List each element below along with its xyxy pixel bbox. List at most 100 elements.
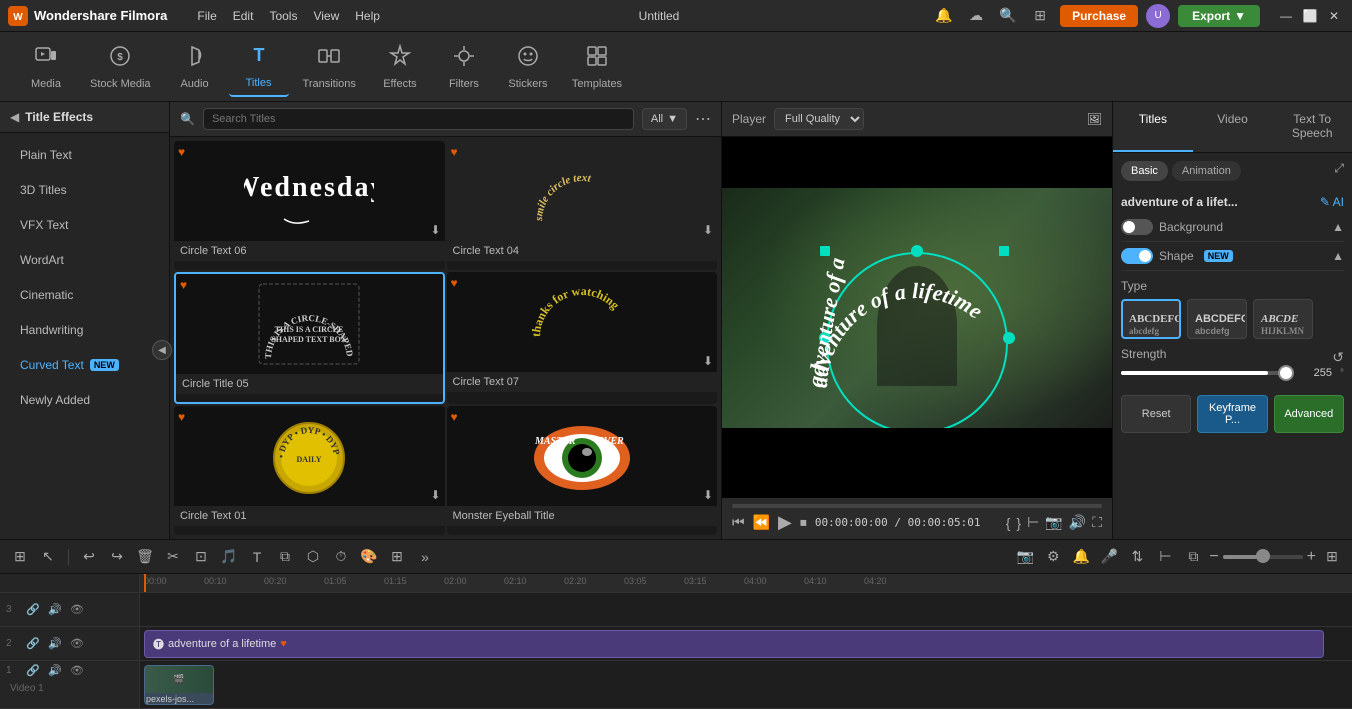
track2-link-button[interactable]: 🔗	[24, 635, 42, 653]
undo-button[interactable]: ↩	[77, 545, 101, 569]
background-arrow-icon[interactable]: ▲	[1332, 220, 1344, 234]
progress-bar[interactable]	[732, 504, 1102, 508]
preview-icon[interactable]: 🖼	[1087, 112, 1102, 126]
reset-button[interactable]: Reset	[1121, 395, 1191, 433]
track2-visible-button[interactable]: 👁	[68, 635, 86, 653]
download-icon[interactable]: ⬇	[430, 223, 440, 237]
expand-icon[interactable]: ⤢	[1334, 161, 1344, 181]
background-toggle[interactable]	[1121, 219, 1153, 235]
text-button[interactable]: T	[245, 545, 269, 569]
menu-file[interactable]: File	[191, 5, 222, 27]
left-panel-collapse-arrow[interactable]: ◀	[152, 340, 172, 360]
tl-icon4[interactable]: 🎤	[1097, 545, 1121, 569]
notification-icon[interactable]: 🔔	[932, 4, 956, 28]
thumb-circle-text-01[interactable]: • DYP • DYP • DYP • DAILY ♥ ⬇ Circle Tex…	[174, 406, 445, 535]
zoom-track[interactable]	[1223, 555, 1303, 559]
thumb-circle-text-04[interactable]: smile circle text ♥ ⬇ Circle Text 04	[447, 141, 718, 270]
tool-effects[interactable]: Effects	[370, 38, 430, 96]
skip-back-button[interactable]: ⏮	[732, 514, 745, 531]
tl-icon5[interactable]: ⇅	[1125, 545, 1149, 569]
menu-view[interactable]: View	[307, 5, 345, 27]
sidebar-item-vfx-text[interactable]: VFX Text	[4, 208, 165, 242]
tab-video[interactable]: Video	[1193, 102, 1273, 152]
transform-button[interactable]: ⬡	[301, 545, 325, 569]
tab-titles[interactable]: Titles	[1113, 102, 1193, 152]
download-icon[interactable]: ⬇	[703, 354, 713, 368]
track-options-button[interactable]: ⊞	[8, 545, 32, 569]
copy-button[interactable]: ⧉	[273, 545, 297, 569]
split-button[interactable]: ⊢	[1027, 514, 1039, 531]
sub-tab-basic[interactable]: Basic	[1121, 161, 1168, 181]
track2-mute-button[interactable]: 🔊	[46, 635, 64, 653]
more-options-button[interactable]: ⋯	[695, 109, 711, 129]
collapse-button[interactable]: ◀	[10, 110, 19, 124]
title-clip[interactable]: 🅣 adventure of a lifetime ♥	[144, 630, 1324, 658]
tl-icon7[interactable]: ⧉	[1181, 545, 1205, 569]
audio-button[interactable]: 🔊	[1069, 514, 1086, 531]
track-visible-button[interactable]: 👁	[68, 601, 86, 619]
camera-btn[interactable]: 📷	[1013, 545, 1037, 569]
tool-audio[interactable]: Audio	[165, 38, 225, 96]
thumb-thanks-watching[interactable]: thanks for watching ♥ ⬇ Circle Text 07	[447, 272, 718, 405]
sidebar-item-newly-added[interactable]: Newly Added	[4, 383, 165, 417]
cut-button[interactable]: ✂	[161, 545, 185, 569]
track1-link-button[interactable]: 🔗	[24, 661, 42, 679]
advanced-button[interactable]: Advanced	[1274, 395, 1344, 433]
color-button[interactable]: 🎨	[357, 545, 381, 569]
fullscreen-button[interactable]: ⛶	[1092, 514, 1102, 531]
step-back-button[interactable]: ⏪	[753, 514, 770, 531]
redo-button[interactable]: ↪	[105, 545, 129, 569]
settings-btn[interactable]: ⚙	[1041, 545, 1065, 569]
download-icon[interactable]: ⬇	[703, 223, 713, 237]
shape-toggle[interactable]	[1121, 248, 1153, 264]
tool-stickers[interactable]: Stickers	[498, 38, 558, 96]
download-icon[interactable]: ⬇	[430, 488, 440, 502]
sidebar-item-curved-text[interactable]: Curved Text NEW	[4, 348, 165, 382]
maximize-button[interactable]: ⬜	[1300, 6, 1320, 26]
menu-tools[interactable]: Tools	[263, 5, 303, 27]
search-input[interactable]	[203, 108, 634, 130]
type-option-alt[interactable]: ABCDE HIJKLMN	[1253, 299, 1313, 339]
play-button[interactable]: ▶	[778, 512, 792, 533]
sidebar-item-plain-text[interactable]: Plain Text	[4, 138, 165, 172]
edit-icon[interactable]: ✎ AI	[1320, 195, 1344, 209]
strength-slider[interactable]	[1121, 371, 1294, 375]
tab-text-to-speech[interactable]: Text To Speech	[1272, 102, 1352, 152]
sub-tab-animation[interactable]: Animation	[1172, 161, 1241, 181]
track-link-button[interactable]: 🔗	[24, 601, 42, 619]
track1-mute-button[interactable]: 🔊	[46, 661, 64, 679]
sidebar-item-handwriting[interactable]: Handwriting	[4, 313, 165, 347]
search-icon[interactable]: 🔍	[996, 4, 1020, 28]
zoom-in-button[interactable]: +	[1307, 548, 1316, 566]
sidebar-item-cinematic[interactable]: Cinematic	[4, 278, 165, 312]
download-icon[interactable]: ⬇	[703, 488, 713, 502]
tool-titles[interactable]: T Titles	[229, 37, 289, 97]
tool-stock-media[interactable]: $ Stock Media	[80, 38, 161, 96]
keyframe-button[interactable]: Keyframe P...	[1197, 395, 1267, 433]
track1-visible-button[interactable]: 👁	[68, 661, 86, 679]
fit-button[interactable]: ⊞	[385, 545, 409, 569]
stop-button[interactable]: ⏹	[800, 514, 807, 531]
playhead[interactable]	[144, 574, 146, 592]
cursor-button[interactable]: ↖	[36, 545, 60, 569]
quality-select[interactable]: Full Quality	[774, 108, 864, 130]
tool-filters[interactable]: Filters	[434, 38, 494, 96]
speed-button[interactable]: ⏱	[329, 545, 353, 569]
tl-icon6[interactable]: ⊢	[1153, 545, 1177, 569]
mark-in-button[interactable]: {	[1006, 514, 1011, 531]
split-audio-button[interactable]: 🎵	[217, 545, 241, 569]
menu-help[interactable]: Help	[349, 5, 386, 27]
menu-edit[interactable]: Edit	[227, 5, 260, 27]
close-button[interactable]: ✕	[1324, 6, 1344, 26]
type-option-sans[interactable]: ABCDEFG abcdefg	[1187, 299, 1247, 339]
sidebar-item-wordart[interactable]: WordArt	[4, 243, 165, 277]
apps-icon[interactable]: ⊞	[1028, 4, 1052, 28]
sidebar-item-3d-titles[interactable]: 3D Titles	[4, 173, 165, 207]
cloud-icon[interactable]: ☁	[964, 4, 988, 28]
export-button[interactable]: Export ▼	[1178, 5, 1260, 27]
more-tl-button[interactable]: »	[413, 545, 437, 569]
minimize-button[interactable]: —	[1276, 6, 1296, 26]
type-option-serif[interactable]: ABCDEFG abcdefg	[1121, 299, 1181, 339]
mark-out-button[interactable]: }	[1016, 514, 1021, 531]
tool-templates[interactable]: Templates	[562, 38, 632, 96]
